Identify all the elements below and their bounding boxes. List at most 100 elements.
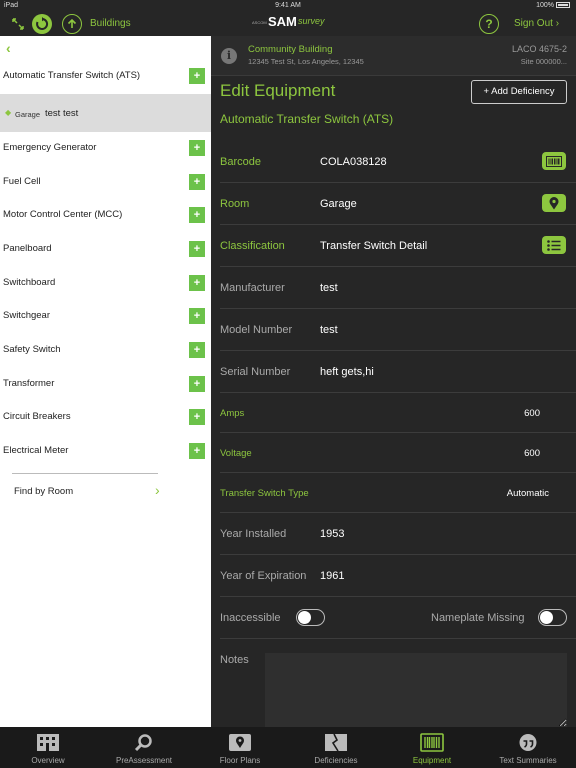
voltage-field[interactable]: Voltage 600: [220, 433, 576, 473]
top-nav: Buildings ASCOM SAM survey ? Sign Out ›: [0, 12, 576, 36]
equipment-sidebar: ‹ Automatic Transfer Switch (ATS) + ◆ Ga…: [0, 36, 211, 727]
page-title: Edit Equipment: [220, 81, 336, 100]
sync-icon[interactable]: [32, 14, 52, 34]
back-chevron-icon[interactable]: ‹: [6, 40, 11, 56]
map-pin-icon[interactable]: [542, 194, 566, 212]
battery-percent: 100%: [536, 2, 554, 9]
map-pin-icon: [229, 734, 251, 751]
sidebar-item-panelboard[interactable]: Panelboard +: [0, 233, 211, 267]
sidebar-item-label: Safety Switch: [3, 344, 61, 355]
list-icon[interactable]: [542, 236, 566, 254]
sidebar-item-safety-switch[interactable]: Safety Switch +: [0, 334, 211, 368]
tab-floor-plans[interactable]: Floor Plans: [192, 727, 288, 768]
sidebar-item-electrical-meter[interactable]: Electrical Meter +: [0, 435, 211, 469]
sidebar-item-circuit-breakers[interactable]: Circuit Breakers +: [0, 401, 211, 435]
sign-out-button[interactable]: Sign Out ›: [514, 18, 559, 29]
building-icon: [37, 734, 59, 751]
model-number-value[interactable]: test: [320, 324, 338, 336]
year-of-expiration-field[interactable]: Year of Expiration 1961: [220, 555, 576, 597]
transfer-switch-type-value[interactable]: Automatic: [507, 488, 549, 499]
notes-textarea[interactable]: [265, 653, 567, 727]
status-bar: iPad 9:41 AM 100%: [0, 0, 576, 12]
sidebar-item-label: Circuit Breakers: [3, 411, 71, 422]
upload-icon[interactable]: [62, 14, 82, 34]
tab-text-summaries[interactable]: Text Summaries: [480, 727, 576, 768]
add-circuit-breakers-button[interactable]: +: [189, 409, 205, 425]
sidebar-item-transformer[interactable]: Transformer +: [0, 368, 211, 402]
serial-number-field[interactable]: Serial Number heft gets,hi: [220, 351, 576, 393]
sidebar-item-switchboard[interactable]: Switchboard +: [0, 267, 211, 301]
room-value[interactable]: Garage: [320, 198, 357, 210]
sidebar-item-fuel-cell[interactable]: Fuel Cell +: [0, 166, 211, 200]
building-name[interactable]: Community Building: [248, 44, 332, 55]
barcode-value[interactable]: COLA038128: [320, 156, 387, 168]
transfer-switch-type-field[interactable]: Transfer Switch Type Automatic: [220, 473, 576, 513]
voltage-value[interactable]: 600: [524, 448, 540, 459]
add-switchgear-button[interactable]: +: [189, 308, 205, 324]
sidebar-item-ats[interactable]: Automatic Transfer Switch (ATS) +: [0, 60, 211, 94]
expand-icon[interactable]: [8, 14, 28, 34]
nameplate-missing-toggle[interactable]: [538, 609, 567, 626]
tab-preassessment[interactable]: PreAssessment: [96, 727, 192, 768]
building-address: 12345 Test St, Los Angeles, 12345: [248, 57, 364, 66]
barcode-icon: [420, 733, 444, 752]
add-mcc-button[interactable]: +: [189, 207, 205, 223]
classification-value[interactable]: Transfer Switch Detail: [320, 240, 427, 252]
selected-equipment-room: Garage: [15, 110, 41, 119]
sidebar-item-label: Fuel Cell: [3, 176, 41, 187]
add-panelboard-button[interactable]: +: [189, 241, 205, 257]
selected-equipment-name: test test: [45, 108, 79, 119]
room-field[interactable]: Room Garage: [220, 183, 576, 225]
model-number-field[interactable]: Model Number test: [220, 309, 576, 351]
sidebar-item-emergency-generator[interactable]: Emergency Generator +: [0, 132, 211, 166]
manufacturer-value[interactable]: test: [320, 282, 338, 294]
inaccessible-toggle[interactable]: [296, 609, 325, 626]
sidebar-item-label: Switchgear: [3, 310, 50, 321]
sidebar-item-switchgear[interactable]: Switchgear +: [0, 300, 211, 334]
bottom-tab-bar: Overview PreAssessment Floor Plans Defic…: [0, 727, 576, 768]
year-installed-field[interactable]: Year Installed 1953: [220, 513, 576, 555]
chevron-right-icon[interactable]: ›: [155, 482, 160, 498]
model-number-label: Model Number: [220, 324, 293, 336]
add-deficiency-button[interactable]: + Add Deficiency: [471, 80, 567, 104]
year-installed-value[interactable]: 1953: [320, 528, 344, 540]
add-switchboard-button[interactable]: +: [189, 275, 205, 291]
classification-field[interactable]: Classification Transfer Switch Detail: [220, 225, 576, 267]
barcode-scan-icon[interactable]: [542, 152, 566, 170]
year-of-expiration-value[interactable]: 1961: [320, 570, 344, 582]
amps-field[interactable]: Amps 600: [220, 393, 576, 433]
nameplate-missing-label: Nameplate Missing: [431, 612, 525, 624]
tab-deficiencies[interactable]: Deficiencies: [288, 727, 384, 768]
buildings-link[interactable]: Buildings: [90, 18, 131, 29]
serial-number-label: Serial Number: [220, 366, 291, 378]
sidebar-item-mcc[interactable]: Motor Control Center (MCC) +: [0, 199, 211, 233]
help-icon[interactable]: ?: [479, 14, 499, 34]
logo-small-text: ASCOM: [252, 20, 267, 25]
tab-label: Floor Plans: [219, 756, 261, 765]
sidebar-item-label: Electrical Meter: [3, 445, 69, 456]
sidebar-item-label: Panelboard: [3, 243, 52, 254]
add-fuel-cell-button[interactable]: +: [189, 174, 205, 190]
find-by-room-link[interactable]: Find by Room: [14, 486, 73, 497]
add-transformer-button[interactable]: +: [189, 376, 205, 392]
add-ats-button[interactable]: +: [189, 68, 205, 84]
notes-label: Notes: [220, 654, 249, 666]
tab-label: Overview: [31, 756, 65, 765]
selected-equipment-item[interactable]: ◆ Garage test test: [0, 94, 211, 132]
sidebar-item-label: Automatic Transfer Switch (ATS): [3, 70, 141, 81]
amps-value[interactable]: 600: [524, 408, 540, 419]
info-icon[interactable]: i: [221, 48, 237, 64]
tab-overview[interactable]: Overview: [0, 727, 96, 768]
selected-dot-icon: ◆: [5, 108, 12, 117]
building-site: Site 000000...: [520, 57, 567, 66]
add-electrical-meter-button[interactable]: +: [189, 443, 205, 459]
add-safety-switch-button[interactable]: +: [189, 342, 205, 358]
manufacturer-field[interactable]: Manufacturer test: [220, 267, 576, 309]
serial-number-value[interactable]: heft gets,hi: [320, 366, 374, 378]
barcode-field[interactable]: Barcode COLA038128: [220, 141, 576, 183]
add-emergency-generator-button[interactable]: +: [189, 140, 205, 156]
room-label: Room: [220, 198, 250, 210]
tab-equipment[interactable]: Equipment: [384, 727, 480, 768]
building-code: LACO 4675-2: [511, 44, 567, 54]
magnifier-icon: [134, 734, 152, 752]
